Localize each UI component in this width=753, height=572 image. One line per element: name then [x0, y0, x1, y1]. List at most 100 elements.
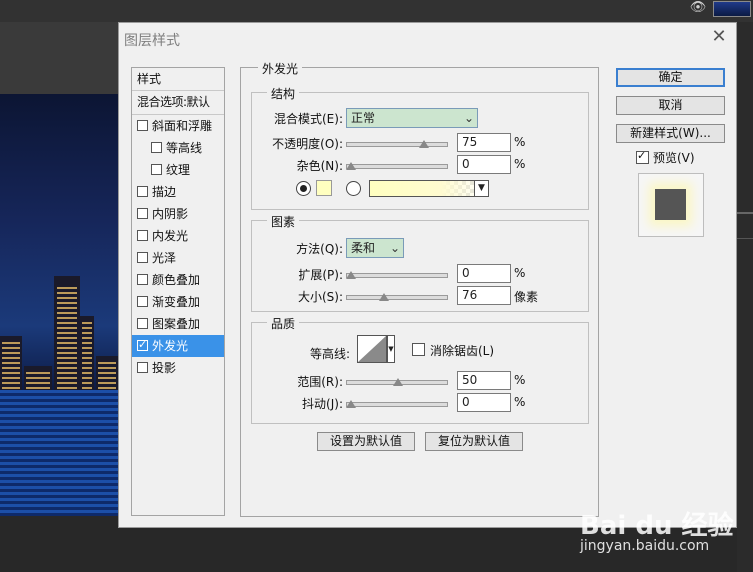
gradient-radio[interactable]: [346, 181, 361, 196]
style-item-satin[interactable]: 光泽: [132, 247, 224, 269]
ok-button[interactable]: 确定: [616, 68, 725, 87]
elements-title: 图素: [267, 213, 300, 230]
style-item-label: 投影: [152, 361, 177, 375]
checkbox-outer-glow[interactable]: [137, 338, 148, 352]
style-item-bevel-emboss[interactable]: 斜面和浮雕: [132, 115, 224, 137]
checkbox-inner-glow[interactable]: [137, 230, 148, 241]
noise-label: 杂色(N):: [296, 159, 343, 173]
range-input[interactable]: 50: [457, 371, 511, 390]
method-select[interactable]: 柔和 ⌄: [346, 238, 404, 258]
opacity-slider-track[interactable]: [346, 142, 448, 147]
make-default-button[interactable]: 设置为默认值: [317, 432, 415, 451]
style-item-drop-shadow[interactable]: 投影: [132, 357, 224, 379]
contour-curve-icon: [358, 336, 386, 362]
dialog-title: 图层样式: [124, 33, 180, 49]
cancel-button[interactable]: 取消: [616, 96, 725, 115]
anti-alias-checkbox[interactable]: [412, 343, 425, 356]
blend-mode-value: 正常: [351, 111, 376, 125]
anti-alias-label: 消除锯齿(L): [430, 344, 495, 358]
styles-list: 样式 混合选项:默认 斜面和浮雕 等高线 纹理 描边 内阴影 内发光 光泽 颜色…: [131, 67, 225, 516]
close-icon[interactable]: ✕: [707, 25, 731, 49]
style-item-gradient-overlay[interactable]: 渐变叠加: [132, 291, 224, 313]
style-item-label: 图案叠加: [152, 317, 201, 331]
blend-mode-select[interactable]: 正常 ⌄: [346, 108, 478, 128]
spread-slider-thumb[interactable]: [346, 271, 356, 279]
elements-group: 图素 方法(Q): 柔和 ⌄ 扩展(P): 0 % 大小(S): 76 像素: [251, 213, 589, 312]
opacity-label: 不透明度(O):: [272, 137, 343, 151]
jitter-slider-thumb[interactable]: [346, 400, 356, 408]
jitter-slider-track[interactable]: [346, 402, 448, 407]
noise-input[interactable]: 0: [457, 155, 511, 174]
checkbox-stroke[interactable]: [137, 186, 148, 197]
preview-swatch: [655, 189, 686, 220]
quality-group: 品质 等高线: ▼ 消除锯齿(L) 范围(R): 50 % 抖动(J): 0 %: [251, 315, 589, 424]
blend-options-item[interactable]: 混合选项:默认: [132, 91, 224, 113]
style-item-outer-glow[interactable]: 外发光: [132, 335, 224, 357]
checkbox-bevel-emboss[interactable]: [137, 120, 148, 131]
opacity-input[interactable]: 75: [457, 133, 511, 152]
watermark-logo: Bai du 经验: [580, 511, 734, 541]
reset-default-button[interactable]: 复位为默认值: [425, 432, 523, 451]
checkbox-inner-shadow[interactable]: [137, 208, 148, 219]
style-item-stroke[interactable]: 描边: [132, 181, 224, 203]
checkbox-satin[interactable]: [137, 252, 148, 263]
eye-icon[interactable]: 👁: [688, 0, 708, 16]
layer-thumbnail[interactable]: [713, 1, 751, 17]
checkbox-texture[interactable]: [151, 164, 162, 175]
style-item-label: 外发光: [152, 339, 189, 353]
solid-color-radio[interactable]: [296, 181, 311, 196]
size-label: 大小(S):: [297, 290, 343, 304]
style-item-label: 渐变叠加: [152, 295, 201, 309]
spread-unit: %: [514, 266, 526, 280]
style-item-label: 斜面和浮雕: [152, 119, 213, 133]
style-item-pattern-overlay[interactable]: 图案叠加: [132, 313, 224, 335]
contour-picker[interactable]: [357, 335, 387, 363]
structure-group: 结构 混合模式(E): 正常 ⌄ 不透明度(O): 75 % 杂色(N): 0 …: [251, 85, 589, 210]
gradient-picker[interactable]: ▼: [369, 180, 489, 197]
outer-glow-title: 外发光: [258, 60, 303, 77]
style-item-inner-glow[interactable]: 内发光: [132, 225, 224, 247]
app-top-bar: [0, 0, 753, 22]
jitter-input[interactable]: 0: [457, 393, 511, 412]
chevron-down-icon[interactable]: ▼: [387, 335, 395, 363]
chevron-down-icon: ⌄: [463, 111, 474, 125]
spread-input[interactable]: 0: [457, 264, 511, 283]
baidu-jingyan-watermark: Bai du 经验 jingyan.baidu.com: [580, 505, 748, 567]
jitter-label: 抖动(J):: [302, 397, 343, 411]
spread-slider-track[interactable]: [346, 273, 448, 278]
style-item-color-overlay[interactable]: 颜色叠加: [132, 269, 224, 291]
style-item-texture[interactable]: 纹理: [132, 159, 224, 181]
noise-slider-track[interactable]: [346, 164, 448, 169]
checkbox-gradient-overlay[interactable]: [137, 296, 148, 307]
range-slider-thumb[interactable]: [393, 378, 403, 386]
size-slider-track[interactable]: [346, 295, 448, 300]
preview-label: 预览(V): [653, 151, 695, 165]
panel-divider: [737, 238, 753, 239]
preview-checkbox[interactable]: [636, 149, 649, 164]
checkbox-color-overlay[interactable]: [137, 274, 148, 285]
style-preview: [638, 173, 704, 237]
checkbox-contour[interactable]: [151, 142, 162, 153]
checkbox-drop-shadow[interactable]: [137, 362, 148, 373]
chevron-down-icon: ⌄: [389, 241, 400, 255]
style-item-label: 纹理: [166, 163, 191, 177]
styles-header[interactable]: 样式: [132, 68, 224, 90]
blend-mode-label: 混合模式(E):: [274, 112, 343, 126]
panel-divider[interactable]: [737, 212, 753, 214]
style-item-label: 描边: [152, 185, 177, 199]
noise-slider-thumb[interactable]: [346, 162, 356, 170]
opacity-slider-thumb[interactable]: [419, 140, 429, 148]
outer-glow-panel: 外发光 结构 混合模式(E): 正常 ⌄ 不透明度(O): 75 % 杂色(N)…: [240, 60, 599, 517]
size-slider-thumb[interactable]: [379, 293, 389, 301]
style-item-inner-shadow[interactable]: 内阴影: [132, 203, 224, 225]
size-input[interactable]: 76: [457, 286, 511, 305]
checkbox-pattern-overlay[interactable]: [137, 318, 148, 329]
layer-style-dialog: 图层样式 ✕ 样式 混合选项:默认 斜面和浮雕 等高线 纹理 描边 内阴影 内发…: [118, 22, 737, 528]
contour-label: 等高线:: [309, 347, 350, 361]
style-item-label: 等高线: [166, 141, 203, 155]
style-item-contour[interactable]: 等高线: [132, 137, 224, 159]
new-style-button[interactable]: 新建样式(W)...: [616, 124, 725, 143]
chevron-down-icon[interactable]: ▼: [474, 181, 488, 196]
glow-color-swatch[interactable]: [316, 180, 332, 196]
style-item-label: 颜色叠加: [152, 273, 201, 287]
